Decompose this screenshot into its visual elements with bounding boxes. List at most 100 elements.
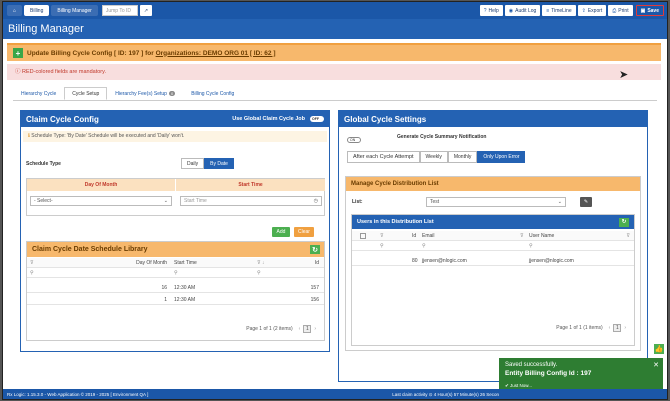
option-monthly[interactable]: Monthly	[447, 151, 478, 163]
timeline-button[interactable]: ≡ TimeLine	[542, 5, 576, 16]
print-button[interactable]: ⎙ Print	[608, 5, 633, 16]
list-select[interactable]: Test ⌄	[426, 197, 566, 207]
users-pager: Page 1 of 1 (1 items) ‹ 1 ›	[556, 324, 626, 332]
search-icon[interactable]: ⚲	[30, 270, 34, 276]
export-button[interactable]: ⇪ Export	[577, 5, 607, 16]
timeline-label: TimeLine	[551, 7, 572, 14]
generate-summary-label: Generate Cycle Summary Notification	[397, 134, 487, 140]
mandatory-note: ⓘ RED-colored fields are mandatory.	[7, 64, 661, 80]
plus-icon[interactable]: +	[13, 48, 23, 58]
organization-link[interactable]: Organizations: DEMO ORG 01 [ ID: 62 ]	[156, 50, 276, 57]
pencil-icon: ✎	[583, 199, 589, 205]
global-cycle-panel: Global Cycle Settings ON Generate Cycle …	[338, 110, 648, 382]
schedule-type-label: Schedule Type	[26, 161, 61, 167]
filter-icon[interactable]: ⊽	[30, 260, 34, 266]
home-icon[interactable]: ⌂	[7, 5, 23, 16]
global-cycle-toggle[interactable]: ON	[347, 137, 361, 143]
save-label: Save	[647, 7, 659, 14]
option-after-each-attempt[interactable]: After each Cycle Attempt	[347, 151, 420, 163]
users-title: Users in this Distribution List	[357, 219, 434, 225]
filter-icon[interactable]: ⊽ ↓	[257, 260, 265, 266]
schedule-entry-box: Day Of Month Start Time - Select- ⌄ Start…	[26, 178, 325, 216]
search-icon[interactable]: ⚲	[422, 243, 426, 249]
library-pager: Page 1 of 1 (2 items) ‹ 1 ›	[246, 325, 316, 333]
refresh-icon[interactable]: ↻	[310, 245, 320, 254]
users-grid: ⊽ Id Email ⊽ User Name ⊽ ⚲ ⚲ ⚲ 80 jjense…	[352, 231, 634, 271]
table-row[interactable]: 80 jjensen@nlogic.com jjensen@nlogic.com	[352, 256, 634, 266]
page-1-button[interactable]: 1	[303, 325, 312, 333]
tab-cycle-setup[interactable]: Cycle Setup	[64, 87, 108, 100]
search-icon[interactable]: ⚲	[257, 270, 261, 276]
checkbox[interactable]	[360, 232, 366, 239]
help-button[interactable]: ? Help	[479, 5, 503, 16]
chevron-left-icon[interactable]: ‹	[609, 325, 611, 331]
day-of-month-header: Day Of Month	[27, 179, 175, 191]
tab-hierarchy-fees-setup[interactable]: Hierarchy Fee(s) Setup 0	[107, 87, 183, 100]
global-cycle-title: Global Cycle Settings	[344, 114, 427, 124]
close-icon[interactable]: ✕	[653, 361, 659, 369]
global-claim-toggle[interactable]: OFF	[310, 116, 324, 122]
breadcrumb-billing[interactable]: Billing	[24, 5, 50, 16]
start-time-header: Start Time	[176, 179, 325, 191]
header-prefix: Update Billing Cycle Config [ ID: 197 ] …	[27, 49, 154, 57]
external-link-icon[interactable]: ↗	[139, 5, 153, 16]
row-user-name: jjensen@nlogic.com	[529, 257, 574, 264]
save-button[interactable]: ▣ Save	[635, 5, 664, 16]
filter-icon[interactable]: ⊽	[380, 233, 384, 239]
audit-log-button[interactable]: ◉ Audit Log	[504, 5, 541, 16]
table-row[interactable]: 16 12:30 AM 157	[27, 283, 324, 293]
distribution-box: Manage Cycle Distribution List List: Tes…	[345, 176, 641, 351]
option-only-upon-error[interactable]: Only Upon Error	[477, 151, 526, 163]
day-select-value: - Select-	[34, 198, 53, 204]
start-time-placeholder: Start Time	[184, 198, 207, 204]
global-claim-label: Use Global Claim Cycle Job	[232, 116, 305, 122]
row-day: 1	[164, 296, 167, 303]
col-user-name[interactable]: User Name	[529, 233, 554, 239]
row-id: 80	[412, 257, 418, 264]
toast-message: Entity Billing Config Id : 197	[505, 370, 592, 377]
schedule-bydate-option[interactable]: By Date	[204, 158, 234, 169]
library-pager-text: Page 1 of 1 (2 items)	[246, 326, 293, 332]
list-label: List:	[352, 199, 363, 205]
print-icon: ⎙	[612, 7, 617, 14]
col-day-of-month[interactable]: Day Of Month	[136, 260, 167, 266]
col-id[interactable]: Id	[412, 233, 416, 239]
chevron-left-icon[interactable]: ‹	[299, 326, 301, 332]
update-header: + Update Billing Cycle Config [ ID: 197 …	[7, 43, 661, 61]
notification-frequency-toggle: After each Cycle Attempt Weekly Monthly …	[347, 151, 526, 163]
jump-to-id-input[interactable]: Jump To ID	[101, 5, 138, 16]
search-icon[interactable]: ⚲	[380, 243, 384, 249]
tab-badge: 0	[168, 91, 176, 96]
day-of-month-select[interactable]: - Select- ⌄	[30, 196, 172, 206]
add-button[interactable]: Add	[272, 227, 290, 237]
schedule-type-toggle: Daily By Date	[181, 158, 234, 169]
claim-cycle-panel: Claim Cycle Config Use Global Claim Cycl…	[20, 110, 330, 352]
chevron-right-icon[interactable]: ›	[314, 326, 316, 332]
edit-list-button[interactable]: ✎	[580, 197, 592, 207]
filter-icon[interactable]: ⊽	[520, 233, 524, 239]
search-icon[interactable]: ⚲	[529, 243, 533, 249]
col-email[interactable]: Email	[422, 233, 435, 239]
cursor-icon: ➤	[619, 69, 629, 81]
update-header-text: Update Billing Cycle Config [ ID: 197 ] …	[27, 50, 275, 57]
search-icon[interactable]: ⚲	[174, 270, 178, 276]
tab-billing-cycle-config[interactable]: Billing Cycle Config	[183, 87, 242, 100]
table-row[interactable]: 1 12:30 AM 156	[27, 295, 324, 305]
library-title: Claim Cycle Date Schedule Library	[32, 246, 148, 253]
chevron-right-icon[interactable]: ›	[624, 325, 626, 331]
clear-button[interactable]: Clear	[294, 227, 314, 237]
refresh-icon[interactable]: ↻	[619, 217, 629, 227]
col-start-time[interactable]: Start Time	[174, 260, 197, 266]
users-pager-text: Page 1 of 1 (1 items)	[556, 325, 603, 331]
breadcrumb-billing-manager[interactable]: Billing Manager	[51, 5, 98, 16]
col-id[interactable]: Id	[315, 260, 319, 266]
filter-icon[interactable]: ⊽	[626, 233, 630, 239]
option-weekly[interactable]: Weekly	[419, 151, 448, 163]
start-time-input[interactable]: Start Time ◷	[180, 196, 322, 206]
schedule-daily-option[interactable]: Daily	[181, 158, 205, 169]
tab-hierarchy-cycle[interactable]: Hierarchy Cycle	[13, 87, 64, 100]
print-label: Print	[618, 7, 629, 14]
feedback-icon[interactable]: 👍	[654, 344, 664, 354]
tab-bar: Hierarchy Cycle Cycle Setup Hierarchy Fe…	[13, 87, 242, 100]
page-1-button[interactable]: 1	[613, 324, 622, 332]
